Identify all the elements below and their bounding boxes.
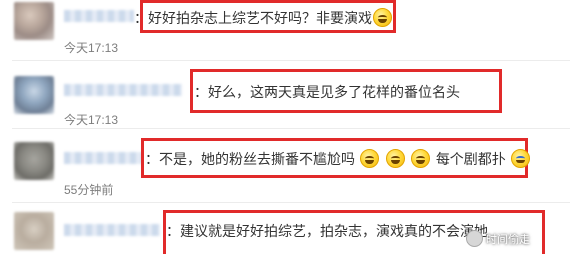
avatar[interactable] — [14, 212, 54, 250]
comment-text: ：好么，这两天真是见多了花样的番位名头 — [194, 85, 460, 101]
username-blurred[interactable] — [64, 152, 146, 164]
timestamp: 今天17:13 — [64, 113, 119, 127]
colon: ： — [166, 224, 180, 240]
laughing-crying-emoji-icon — [373, 8, 392, 27]
divider — [12, 60, 570, 61]
avatar[interactable] — [14, 142, 54, 180]
comment-text: ：建议就是好好拍综艺，拍杂志，演戏真的不会演她 — [166, 224, 488, 240]
laughing-crying-emoji-icon — [411, 149, 431, 168]
username-blurred[interactable] — [64, 84, 182, 96]
comment-item: ：好么，这两天真是见多了花样的番位名头 今天17:13 — [0, 62, 581, 127]
laughing-crying-emoji-icon — [360, 149, 380, 168]
username-blurred[interactable] — [64, 10, 134, 22]
avatar[interactable] — [14, 2, 54, 40]
crying-emoji-icon — [511, 149, 531, 168]
watermark: 时间偷走 — [486, 233, 530, 246]
watermark-logo-icon — [466, 230, 483, 247]
comment-text: ：不是，她的粉丝去撕番不尴尬吗 每个剧都扑 — [145, 149, 531, 169]
laughing-crying-emoji-icon — [385, 149, 405, 168]
divider — [12, 202, 570, 203]
colon: ： — [145, 152, 159, 168]
comment-text: ：好好拍杂志上综艺不好吗？非要演戏 — [134, 8, 393, 28]
username-blurred[interactable] — [64, 224, 160, 236]
colon: ： — [134, 11, 148, 27]
comment-item: ：不是，她的粉丝去撕番不尴尬吗 每个剧都扑 55分钟前 — [0, 130, 581, 200]
timestamp: 今天17:13 — [64, 41, 119, 55]
comment-item: ：好好拍杂志上综艺不好吗？非要演戏 今天17:13 — [0, 0, 581, 60]
timestamp: 55分钟前 — [64, 183, 114, 197]
divider — [12, 128, 570, 129]
colon: ： — [194, 85, 208, 101]
avatar[interactable] — [14, 76, 54, 114]
